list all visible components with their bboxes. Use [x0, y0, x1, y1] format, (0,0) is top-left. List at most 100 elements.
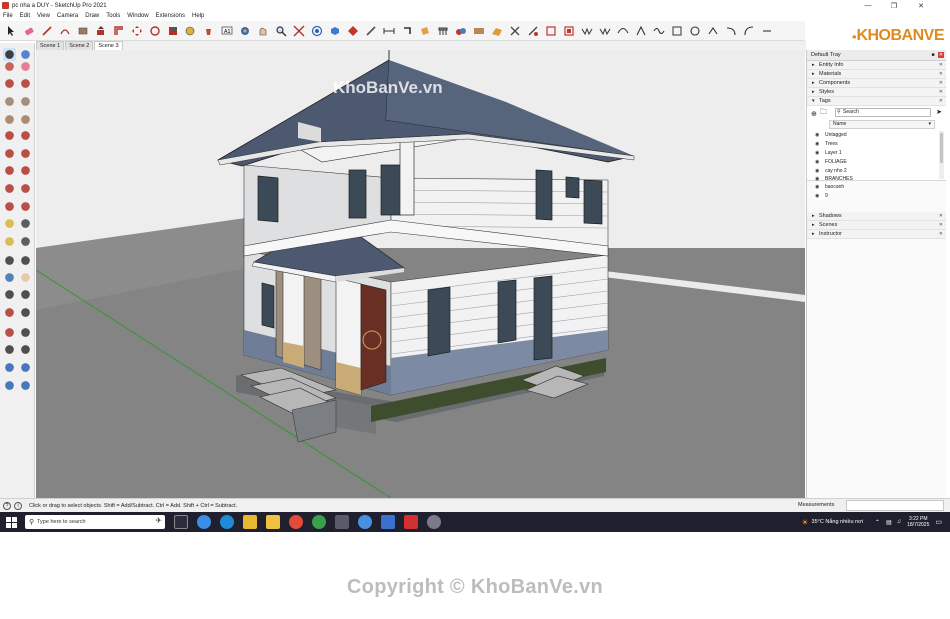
- store-icon[interactable]: [266, 515, 280, 529]
- offset-tool-icon[interactable]: [19, 200, 32, 213]
- curve-tool-g-icon[interactable]: [688, 24, 702, 38]
- app-misc-icon[interactable]: [427, 515, 441, 529]
- tray-pin-icon[interactable]: ■: [930, 52, 936, 58]
- panel-close-icon[interactable]: ✕: [939, 231, 943, 237]
- zoom-extents-icon[interactable]: [3, 306, 16, 319]
- cut-tool-icon[interactable]: [508, 24, 522, 38]
- rectangle-tool-icon[interactable]: [76, 24, 90, 38]
- tray-chevron-icon[interactable]: ⌃: [875, 519, 880, 526]
- paint-bucket-tool-icon[interactable]: [3, 60, 16, 73]
- warehouse-icon[interactable]: [310, 24, 324, 38]
- protractor-tool-icon[interactable]: [3, 235, 16, 248]
- menu-camera[interactable]: Camera: [57, 13, 78, 19]
- panel-shadows[interactable]: ▸ Shadows ✕: [807, 212, 946, 221]
- push-pull-tool-icon[interactable]: [94, 24, 108, 38]
- previous-view-icon[interactable]: [19, 306, 32, 319]
- section-plane-icon[interactable]: [19, 343, 32, 356]
- menu-help[interactable]: Help: [192, 13, 204, 19]
- zoom-tool-icon[interactable]: [274, 24, 288, 38]
- extension-warehouse-icon[interactable]: [19, 361, 32, 374]
- paint-bucket-tool-icon[interactable]: [202, 24, 216, 38]
- curve-tool-j-icon[interactable]: [742, 24, 756, 38]
- eraser-tool-icon[interactable]: [19, 60, 32, 73]
- walk-tool-icon[interactable]: [3, 343, 16, 356]
- tag-row[interactable]: ◉ FOLIAGE: [815, 157, 847, 166]
- panel-components[interactable]: ▸ Components ✕: [807, 79, 946, 88]
- panel-close-icon[interactable]: ✕: [939, 89, 943, 95]
- pie-tool-icon[interactable]: [3, 147, 16, 160]
- edge-icon[interactable]: [220, 515, 234, 529]
- zalo-icon[interactable]: [358, 515, 372, 529]
- panel-scenes[interactable]: ▸ Scenes ✕: [807, 221, 946, 230]
- panel-close-icon[interactable]: ✕: [939, 98, 943, 104]
- tape-measure-tool-icon[interactable]: [184, 24, 198, 38]
- visibility-eye-icon[interactable]: ◉: [815, 132, 825, 138]
- plugin-a-icon[interactable]: [544, 24, 558, 38]
- visibility-eye-icon[interactable]: ◉: [815, 184, 825, 190]
- select-tool-icon[interactable]: [4, 24, 18, 38]
- push-pull-tool-icon[interactable]: [19, 164, 32, 177]
- sandbox-icon[interactable]: [490, 24, 504, 38]
- sandbox-icon[interactable]: [19, 379, 32, 392]
- notification-icon[interactable]: ▭: [935, 518, 942, 526]
- warehouse-icon[interactable]: [3, 361, 16, 374]
- visibility-eye-icon[interactable]: ◉: [815, 141, 825, 147]
- layout-icon[interactable]: [346, 24, 360, 38]
- tag-search-input[interactable]: Search: [835, 108, 931, 117]
- close-icon[interactable]: ✕: [909, 0, 933, 11]
- curve-tool-a-icon[interactable]: [580, 24, 594, 38]
- tag-row[interactable]: ◉ baocanh: [815, 182, 845, 191]
- menu-window[interactable]: Window: [127, 13, 148, 19]
- sketchup-taskbar-icon[interactable]: [381, 515, 395, 529]
- panel-styles[interactable]: ▸ Styles ✕: [807, 88, 946, 97]
- dimension-tool-icon[interactable]: [382, 24, 396, 38]
- minimize-icon[interactable]: —: [856, 0, 880, 11]
- tab-scene-2[interactable]: Scene 2: [65, 41, 94, 50]
- visibility-eye-icon[interactable]: ◉: [815, 159, 825, 165]
- add-tag-icon[interactable]: ⊕: [811, 110, 817, 118]
- visibility-eye-icon[interactable]: ◉: [815, 193, 825, 199]
- text-tool-icon[interactable]: [19, 235, 32, 248]
- section-plane-icon[interactable]: [418, 24, 432, 38]
- dimension-tool-icon[interactable]: [19, 217, 32, 230]
- zoom-tool-icon[interactable]: [3, 288, 16, 301]
- move-tool-icon[interactable]: [3, 164, 16, 177]
- file-explorer-icon[interactable]: [243, 515, 257, 529]
- visibility-eye-icon[interactable]: ◉: [815, 176, 825, 182]
- arc-tool-icon[interactable]: [3, 129, 16, 142]
- panel-close-icon[interactable]: ✕: [939, 222, 943, 228]
- extension-warehouse-icon[interactable]: [328, 24, 342, 38]
- windows-start-icon[interactable]: [3, 514, 19, 530]
- visibility-eye-icon[interactable]: ◉: [815, 168, 825, 174]
- 3d-text-tool-icon[interactable]: [19, 254, 32, 267]
- scroll-thumb[interactable]: [940, 133, 943, 163]
- curve-tool-h-icon[interactable]: [706, 24, 720, 38]
- measurements-input[interactable]: [846, 500, 944, 511]
- maximize-icon[interactable]: ❐: [882, 0, 906, 11]
- rotated-rectangle-icon[interactable]: [19, 95, 32, 108]
- app-green-icon[interactable]: [312, 515, 326, 529]
- menu-file[interactable]: File: [3, 13, 13, 19]
- line-tool-icon[interactable]: [3, 77, 16, 90]
- freehand-tool-icon[interactable]: [19, 77, 32, 90]
- look-around-icon[interactable]: [19, 326, 32, 339]
- zoom-window-icon[interactable]: [19, 288, 32, 301]
- panel-materials[interactable]: ▸ Materials ✕: [807, 70, 946, 79]
- move-tool-icon[interactable]: [130, 24, 144, 38]
- info-icon[interactable]: i: [14, 501, 22, 510]
- materials-icon[interactable]: [472, 24, 486, 38]
- curve-tool-e-icon[interactable]: [652, 24, 666, 38]
- tape-measure-tool-icon[interactable]: [3, 217, 16, 230]
- pan-tool-icon[interactable]: [256, 24, 270, 38]
- pan-tool-icon[interactable]: [19, 271, 32, 284]
- tab-scene-3[interactable]: Scene 3: [94, 41, 123, 50]
- help-icon[interactable]: ?: [3, 501, 11, 510]
- menu-edit[interactable]: Edit: [20, 13, 30, 19]
- two-point-arc-icon[interactable]: [19, 129, 32, 142]
- tag-folder-icon[interactable]: 🗀: [820, 108, 827, 119]
- curve-tool-c-icon[interactable]: [616, 24, 630, 38]
- app-gray-icon[interactable]: [335, 515, 349, 529]
- orbit-tool-icon[interactable]: [238, 24, 252, 38]
- panel-close-icon[interactable]: ✕: [939, 80, 943, 86]
- offset-tool-icon[interactable]: [112, 24, 126, 38]
